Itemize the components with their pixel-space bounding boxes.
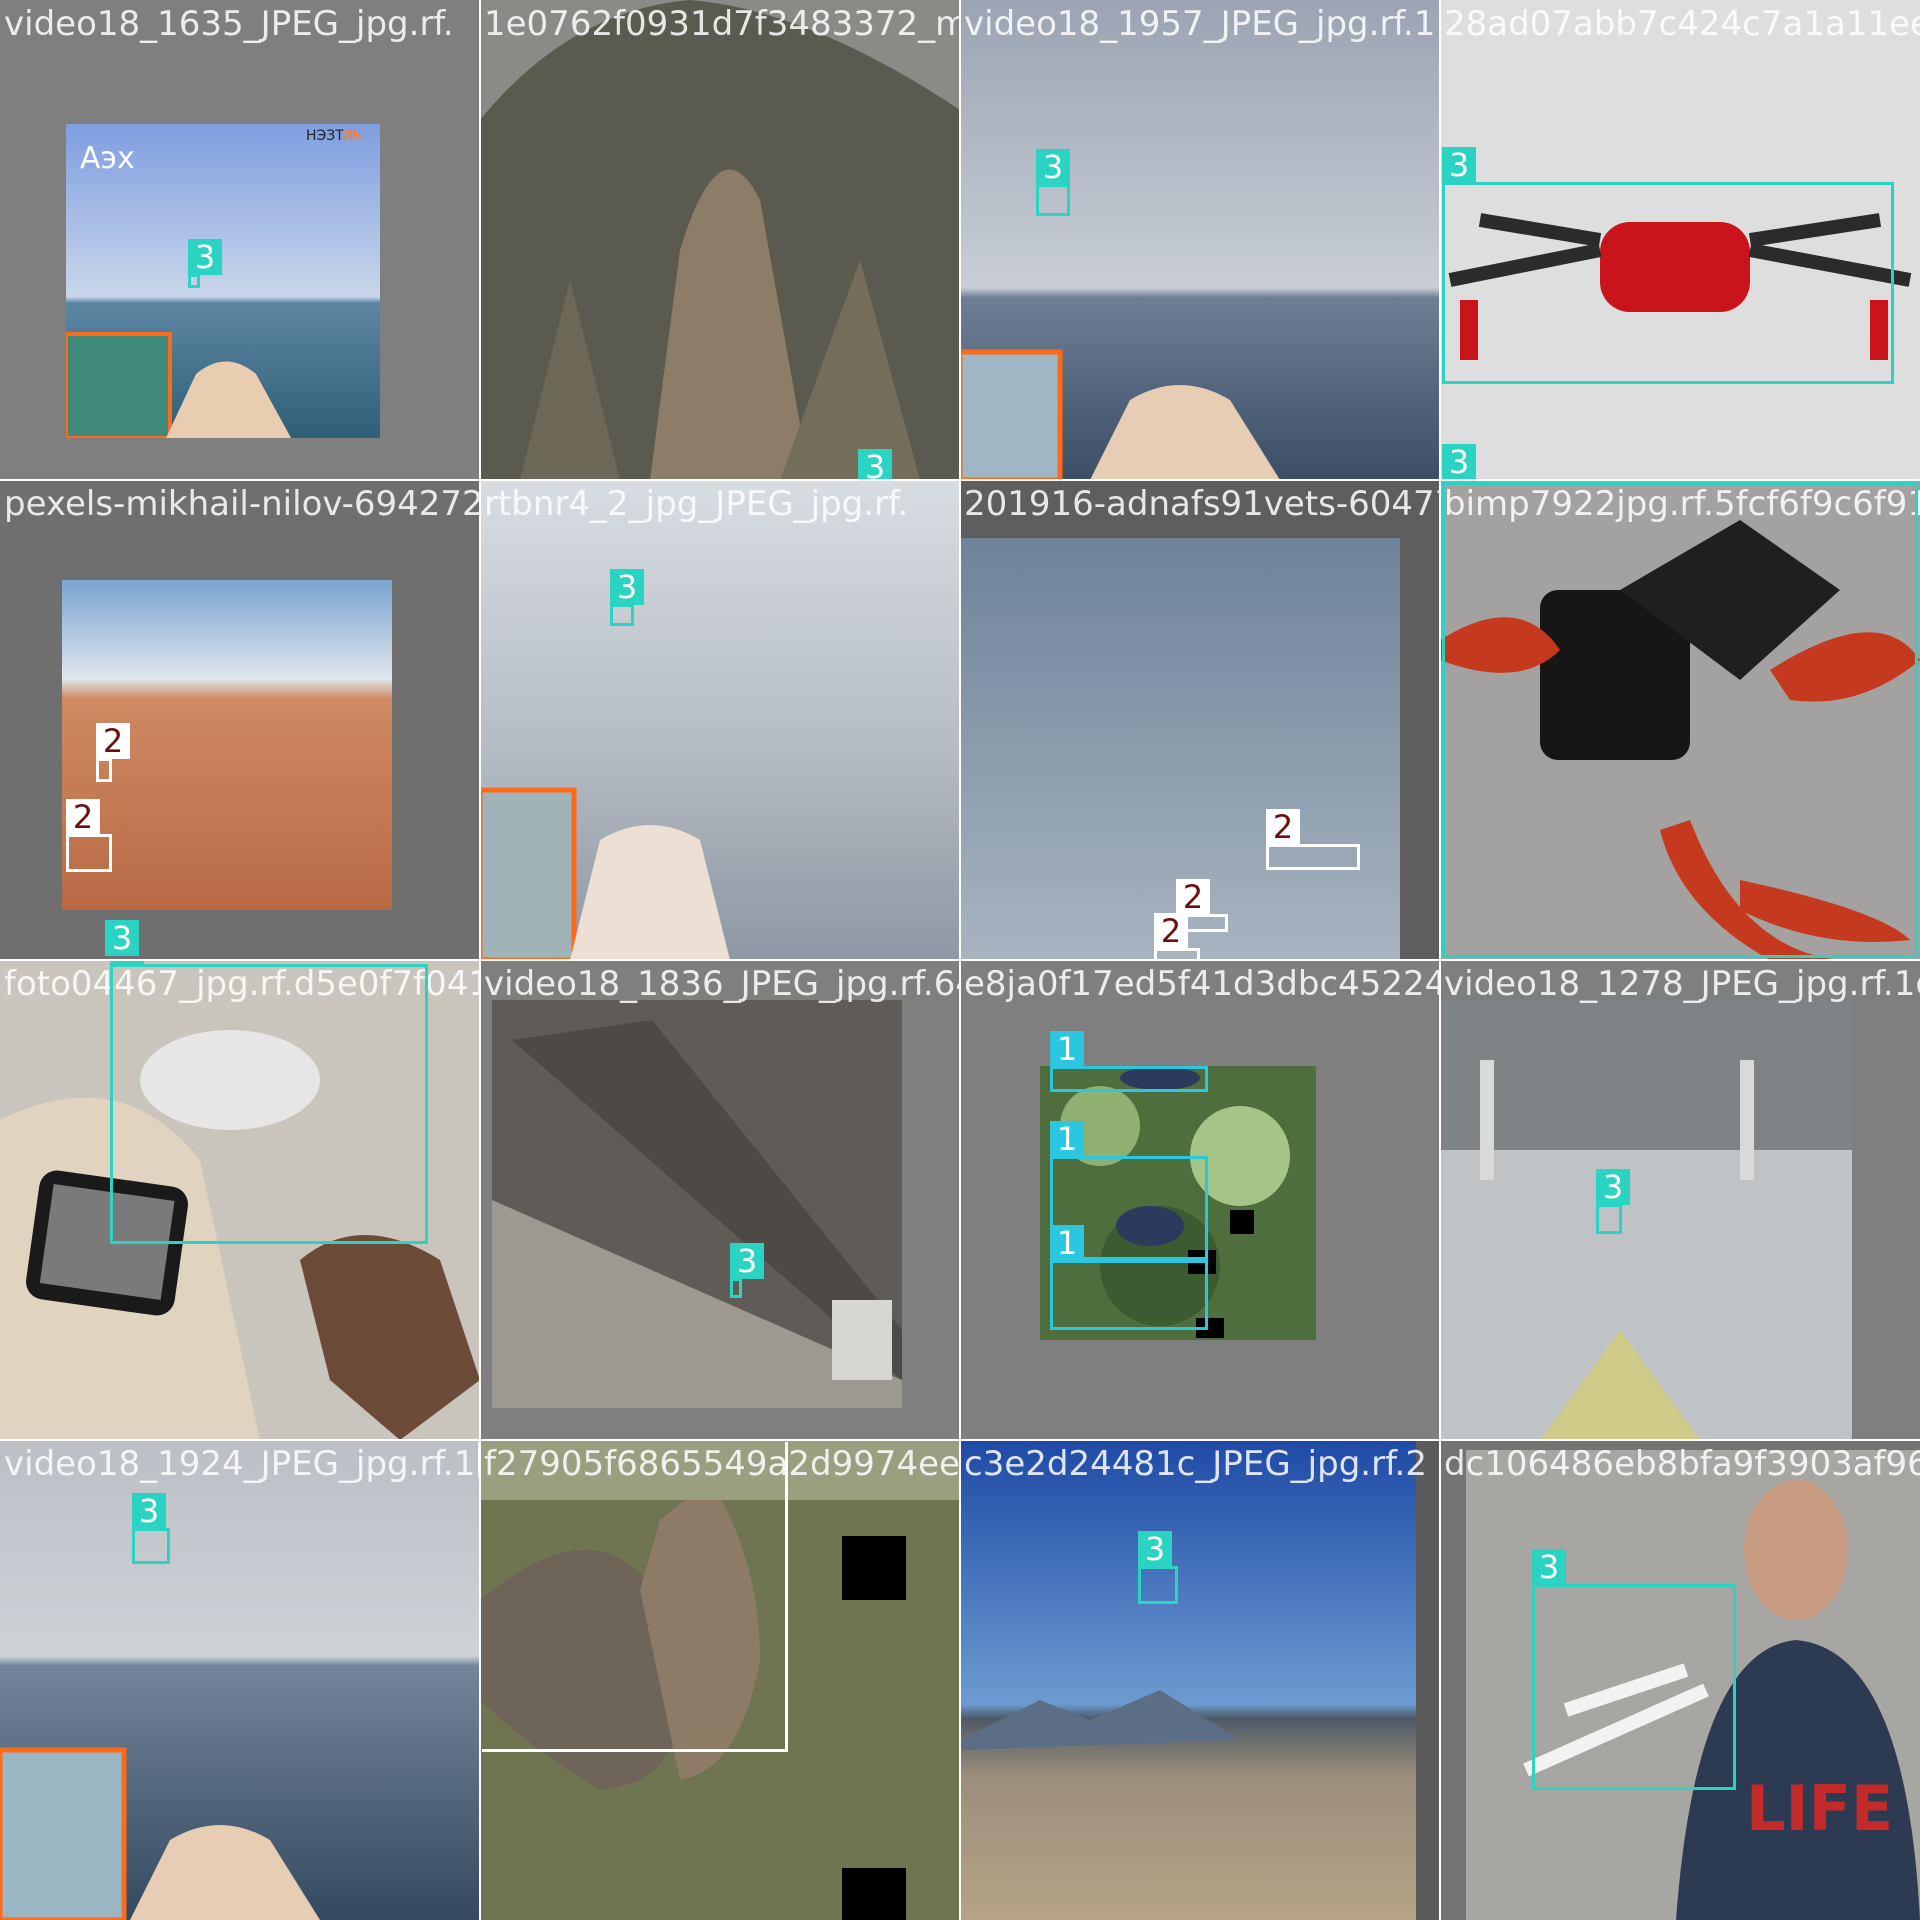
tile-13: f27905f6865549a2d9974ee (480, 1440, 960, 1920)
class-label: 1 (1050, 1121, 1084, 1157)
tile-12: video18_1924_JPEG_jpg.rf.1 3 2 (0, 1440, 480, 1920)
tile-filename: dc106486eb8bfa9f3903af96 (1444, 1444, 1920, 1484)
class-label: 3 (1138, 1531, 1172, 1567)
detection-box: 3 (132, 1493, 170, 1564)
tile-filename: video18_1924_JPEG_jpg.rf.1 (4, 1444, 476, 1484)
class-label: 3 (105, 920, 139, 956)
overlay-text: НЭЗТ (306, 128, 344, 144)
tile-photo (0, 1440, 480, 1920)
detection-box: 3 (730, 1243, 764, 1298)
detection-box: 2 (66, 799, 112, 872)
class-label: 2 (66, 799, 100, 835)
cutout-block (842, 1536, 906, 1600)
tile-filename: c3e2d24481c_JPEG_jpg.rf.2 (964, 1444, 1428, 1484)
detection-box: 3 (188, 239, 222, 288)
class-label: 3 (730, 1243, 764, 1279)
overlay-text: LIFE (1746, 1772, 1893, 1845)
grid-divider (0, 479, 1920, 481)
tile-4: pexels-mikhail-nilov-694272 2 2 3 (0, 480, 480, 960)
tile-0: Аэх НЭЗТ ИЬ video18_1635_JPEG_jpg.rf. 3 (0, 0, 480, 480)
class-label: 3 (132, 1493, 166, 1529)
class-label: 1 (1050, 1225, 1084, 1261)
tile-filename: 28ad07abb7c424c7a1a11ee (1444, 4, 1920, 44)
tile-6: 201916-adnafs91vets-604775 2 2 2 (960, 480, 1440, 960)
tile-9: video18_1836_JPEG_jpg.rf.64f9 3 (480, 960, 960, 1440)
class-label: 3 (858, 449, 892, 480)
tile-filename: video18_1957_JPEG_jpg.rf.1 (964, 4, 1436, 44)
tile-photo (1440, 1000, 1852, 1440)
overlay-text: Аэх (80, 141, 135, 176)
tile-photo (960, 0, 1440, 480)
tile-photo (960, 1440, 1416, 1920)
grid-divider (0, 959, 1920, 961)
cutout-block (842, 1868, 906, 1920)
detection-box: 1 (1050, 1225, 1208, 1330)
tile-photo (480, 0, 960, 480)
detection-box: 3 (1532, 1549, 1736, 1790)
tile-11: video18_1278_JPEG_jpg.rf.1d 3 (1440, 960, 1920, 1440)
tile-photo (492, 1000, 902, 1408)
detection-box: 2 (1266, 809, 1360, 870)
class-label: 2 (1154, 913, 1188, 949)
tile-7: bimp7922jpg.rf.5fcf6f9c6f91b (1440, 480, 1920, 960)
detection-box: 3 (1442, 147, 1894, 384)
class-label: 2 (96, 723, 130, 759)
tile-filename: 201916-adnafs91vets-604775 (964, 484, 1440, 524)
tile-filename: video18_1635_JPEG_jpg.rf. (4, 4, 454, 44)
tile-2: video18_1957_JPEG_jpg.rf.1 3 (960, 0, 1440, 480)
tile-filename: 1e0762f0931d7f3483372_mp4- (484, 4, 960, 44)
tile-5: rtbnr4_2_jpg_JPEG_jpg.rf. 3 (480, 480, 960, 960)
detection-box: 1 (1050, 1031, 1208, 1092)
overlay-text: ИЬ (342, 128, 362, 144)
tile-filename: rtbnr4_2_jpg_JPEG_jpg.rf. (484, 484, 909, 524)
tile-filename: e8ja0f17ed5f41d3dbc45224a (964, 964, 1440, 1004)
detection-box (482, 1442, 788, 1752)
tile-8: foto04467_jpg.rf.d5e0f7f041 3 (0, 960, 480, 1440)
detection-box: 3 (1596, 1169, 1630, 1234)
detection-box: 3 (610, 569, 644, 626)
class-label: 3 (1596, 1169, 1630, 1205)
class-label: 2 (1176, 879, 1210, 915)
class-label: 3 (1036, 149, 1070, 185)
tile-14: c3e2d24481c_JPEG_jpg.rf.2 3 (960, 1440, 1440, 1920)
tile-photo (480, 480, 960, 960)
tile-filename: pexels-mikhail-nilov-694272 (4, 484, 480, 524)
detection-box: 3 (110, 960, 428, 1244)
tile-1: 1e0762f0931d7f3483372_mp4- 3 (480, 0, 960, 480)
tile-photo: Аэх НЭЗТ ИЬ (66, 124, 380, 438)
class-label: 3 (1442, 147, 1476, 183)
detection-box (1442, 482, 1918, 958)
cutout-block (1230, 1210, 1254, 1234)
tile-10: e8ja0f17ed5f41d3dbc45224a 1 1 1 (960, 960, 1440, 1440)
class-label: 3 (1442, 444, 1476, 480)
tile-filename: video18_1836_JPEG_jpg.rf.64f9 (484, 964, 960, 1004)
detection-box: 3 (1138, 1531, 1178, 1604)
tile-filename: video18_1278_JPEG_jpg.rf.1d (1444, 964, 1920, 1004)
tile-15: LIFE dc106486eb8bfa9f3903af96 3 (1440, 1440, 1920, 1920)
class-label: 1 (1050, 1031, 1084, 1067)
detection-box: 3 (1036, 149, 1070, 216)
class-label: 2 (1266, 809, 1300, 845)
tile-3: 28ad07abb7c424c7a1a11ee 3 3 (1440, 0, 1920, 480)
class-label: 3 (1532, 1549, 1566, 1585)
class-label: 3 (610, 569, 644, 605)
detection-box: 2 (96, 723, 130, 782)
class-label: 3 (188, 239, 222, 275)
grid-divider (0, 1439, 1920, 1441)
